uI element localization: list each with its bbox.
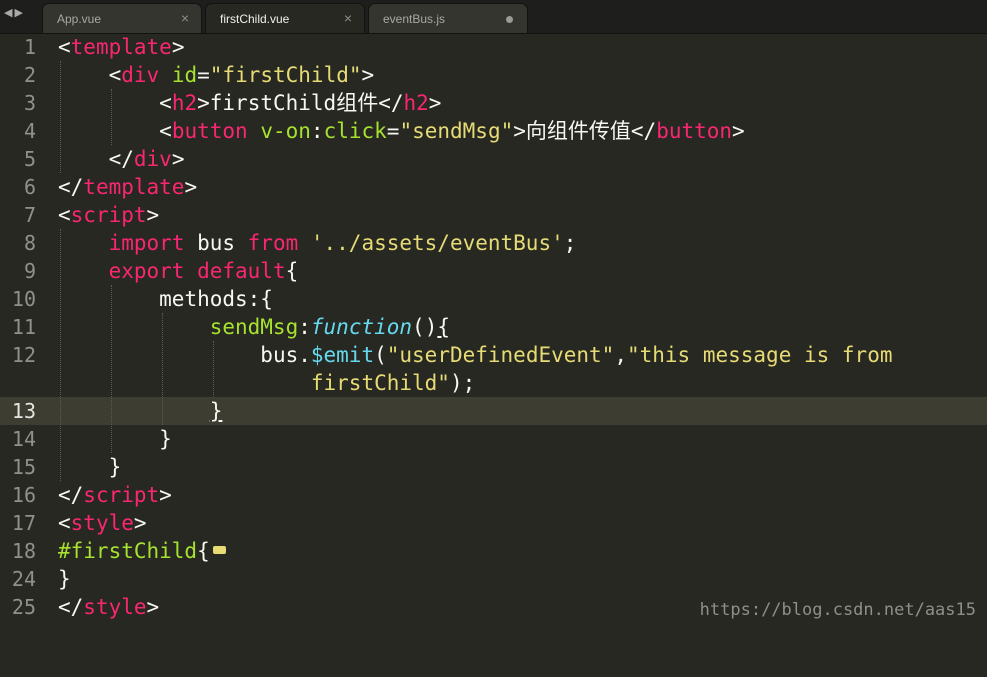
line-number: 24 <box>0 565 36 593</box>
line-number: 1 <box>0 33 36 61</box>
code-line: <h2>firstChild组件</h2> <box>58 89 441 117</box>
watermark: https://blog.csdn.net/aas15 <box>700 600 976 620</box>
code-line: <div id="firstChild"> <box>58 61 374 89</box>
line-number: 7 <box>0 201 36 229</box>
code-line: sendMsg:function(){ <box>58 313 450 341</box>
code-line-wrapped: firstChild"); <box>58 369 475 397</box>
tab-bar: ◀▶ App.vue × firstChild.vue × eventBus.j… <box>0 0 987 34</box>
line-number: 2 <box>0 61 36 89</box>
unsaved-dot-icon[interactable] <box>506 16 513 23</box>
line-number: 6 <box>0 173 36 201</box>
tab-firstchild-vue[interactable]: firstChild.vue × <box>205 3 365 33</box>
code-line-current: } <box>58 397 222 425</box>
line-number: 25 <box>0 593 36 621</box>
line-number: 16 <box>0 481 36 509</box>
arrow-left-icon[interactable]: ◀ <box>4 6 14 19</box>
line-number: 15 <box>0 453 36 481</box>
line-number-current: 13 <box>0 397 36 425</box>
line-number: 3 <box>0 89 36 117</box>
folded-code-icon[interactable] <box>213 546 226 554</box>
tab-label: eventBus.js <box>383 12 445 26</box>
line-number: 4 <box>0 117 36 145</box>
code-line: methods:{ <box>58 285 273 313</box>
line-number: 14 <box>0 425 36 453</box>
code-line: </div> <box>58 145 184 173</box>
code-line: bus.$emit("userDefinedEvent","this messa… <box>58 341 893 369</box>
code-editor[interactable]: 1 2 3 4 5 6 7 8 9 10 11 12 13 14 15 16 1… <box>0 33 987 628</box>
code-line: } <box>58 565 71 593</box>
close-icon[interactable]: × <box>181 10 189 26</box>
code-line: import bus from '../assets/eventBus'; <box>58 229 576 257</box>
code-line: } <box>58 453 121 481</box>
arrow-right-icon[interactable]: ▶ <box>14 6 24 19</box>
code-line: <style> <box>58 509 147 537</box>
tab-eventbus-js[interactable]: eventBus.js <box>368 3 528 33</box>
tab-label: App.vue <box>57 12 101 26</box>
code-line: <template> <box>58 33 184 61</box>
line-number: 17 <box>0 509 36 537</box>
line-number: 5 <box>0 145 36 173</box>
tab-label: firstChild.vue <box>220 12 289 26</box>
code-line: } <box>58 425 172 453</box>
close-icon[interactable]: × <box>344 10 352 26</box>
tab-app-vue[interactable]: App.vue × <box>42 3 202 33</box>
line-number: 9 <box>0 257 36 285</box>
code-line: </template> <box>58 173 197 201</box>
code-area[interactable]: <template> <div id="firstChild"> <h2>fir… <box>58 33 109 677</box>
line-number: 18 <box>0 537 36 565</box>
code-line: </style> <box>58 593 159 621</box>
code-line: export default{ <box>58 257 298 285</box>
code-line: #firstChild{ <box>58 537 226 565</box>
line-gutter: 1 2 3 4 5 6 7 8 9 10 11 12 13 14 15 16 1… <box>0 33 44 628</box>
code-line: <button v-on:click="sendMsg">向组件传值</butt… <box>58 117 745 145</box>
line-number: 8 <box>0 229 36 257</box>
tab-nav-arrows[interactable]: ◀▶ <box>4 6 25 19</box>
line-number: 11 <box>0 313 36 341</box>
code-line: <script> <box>58 201 159 229</box>
code-line: </script> <box>58 481 172 509</box>
line-number: 12 <box>0 341 36 369</box>
line-number: 10 <box>0 285 36 313</box>
